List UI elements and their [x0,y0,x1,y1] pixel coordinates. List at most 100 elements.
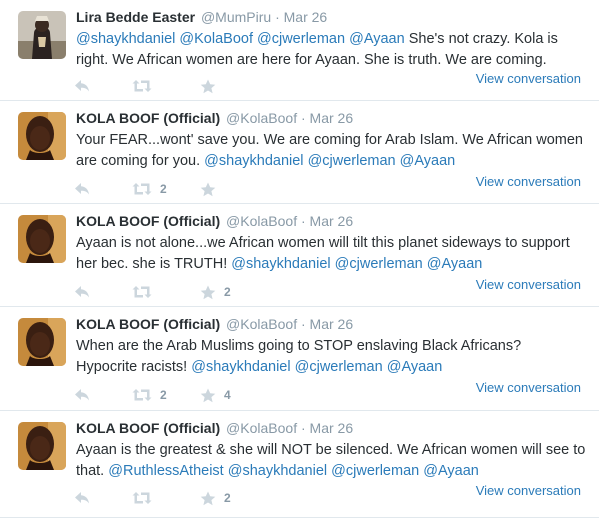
favorite-button[interactable] [200,180,224,198]
tweet-content: KOLA BOOF (Official) @KolaBoof · Mar 26 … [76,109,586,172]
favorite-button[interactable]: 2 [200,283,231,301]
retweet-button[interactable] [132,489,160,507]
retweet-icon [132,285,152,299]
mention-link[interactable]: @cjwerleman [335,256,423,272]
mention-link[interactable]: @Ayaan [349,31,405,47]
avatar-image [18,215,66,263]
mention-link[interactable]: @Ayaan [400,153,456,169]
favorite-count: 2 [224,285,231,299]
retweet-count: 2 [160,388,167,402]
tweet-fullname[interactable]: KOLA BOOF (Official) [76,213,220,229]
tweet-text: @shaykhdaniel @KolaBoof @cjwerleman @Aya… [76,29,586,71]
view-conversation-link[interactable]: View conversation [476,277,581,292]
favorite-count: 2 [224,491,231,505]
tweet-5[interactable]: KOLA BOOF (Official) @KolaBoof · Mar 26 … [0,411,599,518]
mention-link[interactable]: @shaykhdaniel [191,359,290,375]
tweet-timestamp[interactable]: Mar 26 [310,213,354,229]
tweet-header: KOLA BOOF (Official) @KolaBoof · Mar 26 [76,212,586,230]
retweet-button[interactable]: 2 [132,180,167,198]
view-conversation-link[interactable]: View conversation [476,483,581,498]
tweet-timestamp[interactable]: Mar 26 [310,110,354,126]
mention-link[interactable]: @cjwerleman [295,359,383,375]
reply-icon [74,491,90,505]
favorite-button[interactable] [200,77,224,95]
tweet-header: KOLA BOOF (Official) @KolaBoof · Mar 26 [76,109,586,127]
favorite-button[interactable]: 4 [200,386,231,404]
mention-link[interactable]: @shaykhdaniel [76,31,175,47]
tweet-fullname[interactable]: KOLA BOOF (Official) [76,420,220,436]
mention-link[interactable]: @RuthlessAtheist [108,463,223,479]
star-icon [200,491,216,506]
reply-button[interactable] [74,180,90,198]
avatar[interactable] [18,112,66,160]
tweet-text: Ayaan is not alone...we African women wi… [76,233,586,275]
retweet-button[interactable]: 2 [132,386,167,404]
tweet-1[interactable]: Lira Bedde Easter @MumPiru · Mar 26 @sha… [0,0,599,101]
reply-button[interactable] [74,77,90,95]
avatar-image [18,422,66,470]
mention-link[interactable]: @cjwerleman [257,31,345,47]
mention-link[interactable]: @KolaBoof [179,31,253,47]
reply-icon [74,79,90,93]
reply-button[interactable] [74,489,90,507]
view-conversation-link[interactable]: View conversation [476,71,581,86]
tweet-4[interactable]: KOLA BOOF (Official) @KolaBoof · Mar 26 … [0,307,599,411]
tweet-username[interactable]: @KolaBoof [226,420,297,436]
avatar[interactable] [18,215,66,263]
mention-link[interactable]: @Ayaan [423,463,479,479]
mention-link[interactable]: @shaykhdaniel [204,153,303,169]
avatar-image [18,318,66,366]
tweet-separator: · [300,420,306,436]
tweet-text: Ayaan is the greatest & she will NOT be … [76,440,586,482]
tweet-content: KOLA BOOF (Official) @KolaBoof · Mar 26 … [76,315,586,378]
retweet-icon [132,79,152,93]
tweet-3[interactable]: KOLA BOOF (Official) @KolaBoof · Mar 26 … [0,204,599,307]
tweet-username[interactable]: @KolaBoof [226,213,297,229]
favorite-count: 4 [224,388,231,402]
avatar[interactable] [18,318,66,366]
tweet-fullname[interactable]: KOLA BOOF (Official) [76,316,220,332]
mention-link[interactable]: @shaykhdaniel [231,256,330,272]
tweet-header: Lira Bedde Easter @MumPiru · Mar 26 [76,8,586,26]
avatar[interactable] [18,11,66,59]
tweet-text: Your FEAR...wont' save you. We are comin… [76,130,586,172]
tweet-timestamp[interactable]: Mar 26 [310,316,354,332]
tweet-fullname[interactable]: KOLA BOOF (Official) [76,110,220,126]
retweet-icon [132,388,152,402]
reply-icon [74,388,90,402]
view-conversation-link[interactable]: View conversation [476,174,581,189]
favorite-button[interactable]: 2 [200,489,231,507]
star-icon [200,79,216,94]
reply-icon [74,182,90,196]
star-icon [200,285,216,300]
avatar[interactable] [18,422,66,470]
retweet-button[interactable] [132,283,160,301]
avatar-image [18,11,66,59]
tweet-2[interactable]: KOLA BOOF (Official) @KolaBoof · Mar 26 … [0,101,599,204]
tweet-header: KOLA BOOF (Official) @KolaBoof · Mar 26 [76,315,586,333]
tweet-content: KOLA BOOF (Official) @KolaBoof · Mar 26 … [76,212,586,275]
reply-button[interactable] [74,283,90,301]
tweet-fullname[interactable]: Lira Bedde Easter [76,9,195,25]
retweet-count: 2 [160,182,167,196]
tweet-timestamp[interactable]: Mar 26 [310,420,354,436]
mention-link[interactable]: @Ayaan [387,359,443,375]
tweet-content: Lira Bedde Easter @MumPiru · Mar 26 @sha… [76,8,586,71]
mention-link[interactable]: @Ayaan [427,256,483,272]
view-conversation-link[interactable]: View conversation [476,380,581,395]
reply-button[interactable] [74,386,90,404]
mention-link[interactable]: @cjwerleman [331,463,419,479]
tweet-separator: · [300,316,306,332]
tweet-username[interactable]: @MumPiru [201,9,271,25]
tweet-separator: · [275,9,280,25]
retweet-button[interactable] [132,77,160,95]
mention-link[interactable]: @shaykhdaniel [228,463,327,479]
tweet-text: When are the Arab Muslims going to STOP … [76,336,586,378]
tweet-timestamp[interactable]: Mar 26 [284,9,328,25]
tweet-username[interactable]: @KolaBoof [226,316,297,332]
tweet-content: KOLA BOOF (Official) @KolaBoof · Mar 26 … [76,419,586,482]
reply-icon [74,285,90,299]
tweet-header: KOLA BOOF (Official) @KolaBoof · Mar 26 [76,419,586,437]
mention-link[interactable]: @cjwerleman [308,153,396,169]
tweet-username[interactable]: @KolaBoof [226,110,297,126]
